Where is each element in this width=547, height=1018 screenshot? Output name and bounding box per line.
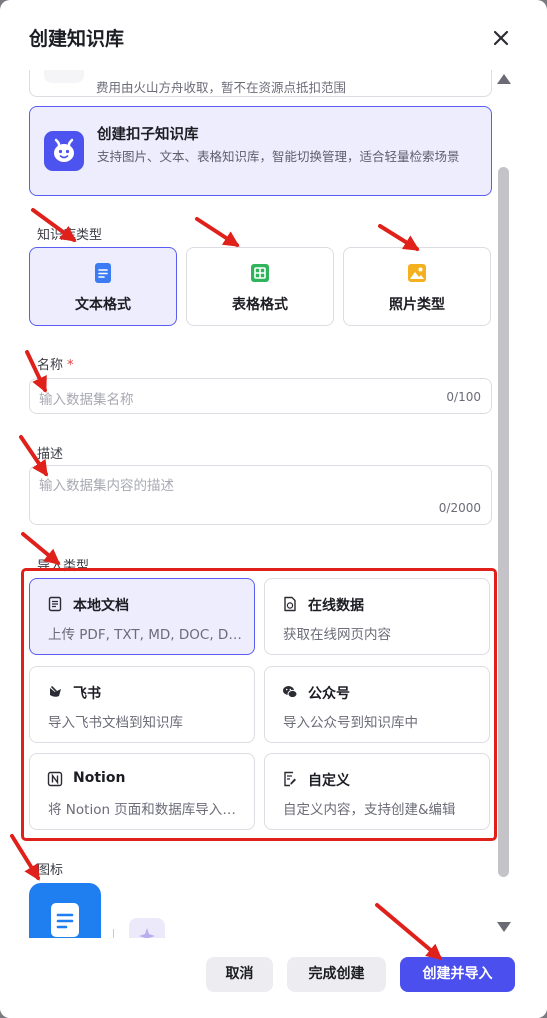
desc-char-counter: 0/2000 (438, 501, 481, 515)
generate-icon-button[interactable] (129, 918, 165, 938)
kb-type-label: 知识库类型 (37, 228, 103, 243)
option-desc: 费用由火山方舟收取，暂不在资源点抵扣范围 (96, 80, 347, 95)
name-input[interactable]: 输入数据集名称 0/100 (29, 378, 492, 414)
icon-divider (113, 929, 114, 938)
image-icon (406, 262, 428, 284)
volcano-icon (44, 70, 84, 83)
kb-type-image-label: 照片类型 (389, 297, 445, 313)
name-char-counter: 0/100 (446, 390, 481, 404)
name-label: 名称 * (37, 354, 74, 373)
kozi-bot-icon (44, 131, 84, 171)
create-and-import-button[interactable]: 创建并导入 (400, 957, 515, 992)
table-icon (249, 262, 271, 284)
name-label-text: 名称 (37, 358, 64, 373)
dialog-body[interactable]: 费用由火山方舟收取，暂不在资源点抵扣范围 创建扣子知识库 支持图片、文本、表格知… (0, 70, 547, 938)
sparkle-icon (139, 928, 155, 938)
volcano-knowledge-base-option[interactable]: 费用由火山方舟收取，暂不在资源点抵扣范围 (29, 70, 492, 97)
scrollbar-thumb[interactable] (498, 167, 509, 877)
kb-type-table[interactable]: 表格格式 (186, 247, 334, 326)
kb-type-image[interactable]: 照片类型 (343, 247, 491, 326)
icon-section-label: 图标 (37, 863, 64, 878)
selected-kb-icon[interactable] (29, 883, 101, 938)
desc-textarea-placeholder: 输入数据集内容的描述 (39, 478, 174, 494)
desc-label: 描述 (37, 447, 64, 462)
text-doc-icon (92, 262, 114, 284)
kb-type-text-label: 文本格式 (75, 297, 131, 313)
kb-type-table-label: 表格格式 (232, 297, 288, 313)
dialog-title: 创建知识库 (29, 28, 125, 50)
required-mark: * (67, 358, 74, 373)
kozi-knowledge-base-option[interactable]: 创建扣子知识库 支持图片、文本、表格知识库，智能切换管理，适合轻量检索场景 (29, 106, 492, 196)
scrollbar[interactable] (496, 70, 512, 938)
option-title: 创建扣子知识库 (97, 127, 199, 143)
import-type-highlight-box (21, 568, 497, 841)
scroll-down-arrow-icon[interactable] (497, 922, 511, 932)
close-button[interactable] (489, 26, 513, 50)
name-input-placeholder: 输入数据集名称 (39, 392, 134, 408)
close-icon (493, 30, 509, 46)
desc-textarea[interactable]: 输入数据集内容的描述 0/2000 (29, 465, 492, 525)
dialog-footer: 取消 完成创建 创建并导入 (0, 938, 547, 1018)
scroll-up-arrow-icon[interactable] (497, 74, 511, 84)
create-knowledge-base-dialog: 创建知识库 费用由火山方舟收取，暂不在资源点抵扣范围 创建扣子知识库 支持图片、… (0, 0, 547, 1018)
kb-type-text[interactable]: 文本格式 (29, 247, 177, 326)
option-desc: 支持图片、文本、表格知识库，智能切换管理，适合轻量检索场景 (97, 149, 460, 164)
finish-create-button[interactable]: 完成创建 (287, 957, 386, 992)
cancel-button[interactable]: 取消 (206, 957, 273, 992)
dialog-header: 创建知识库 (0, 0, 547, 70)
